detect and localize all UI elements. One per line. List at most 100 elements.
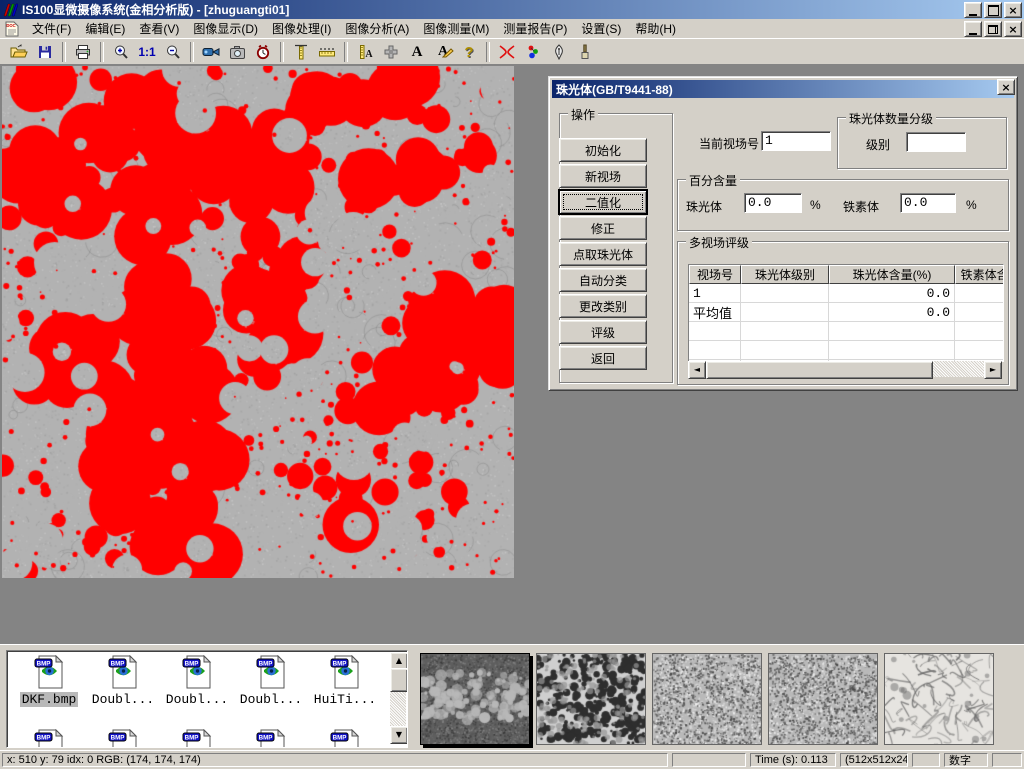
file-name[interactable]: Doubl...: [90, 692, 156, 707]
brush-tool-button[interactable]: [573, 41, 597, 63]
file-name[interactable]: DKF.bmp: [20, 692, 79, 707]
save-button[interactable]: [33, 41, 57, 63]
current-field-input[interactable]: 1: [761, 131, 831, 151]
table-row[interactable]: 1 0.0: [689, 284, 1003, 303]
file-item[interactable]: BMP: [161, 729, 233, 748]
thumbnail-3[interactable]: [652, 653, 762, 745]
col-header-pearlite-content[interactable]: 珠光体含量(%): [829, 265, 955, 284]
curve-tool-button[interactable]: [495, 41, 519, 63]
scroll-down-button[interactable]: ▼: [390, 726, 408, 744]
file-item[interactable]: BMP Doubl...: [161, 655, 233, 707]
level-label: 级别: [866, 136, 890, 153]
snapshot-button[interactable]: [225, 41, 249, 63]
close-button[interactable]: ×: [1004, 2, 1022, 18]
menu-item-file[interactable]: 文件(F): [25, 19, 78, 38]
scrollbar-track[interactable]: [933, 361, 984, 377]
file-list[interactable]: BMP DKF.bmp BMP Doubl...: [6, 650, 408, 748]
multi-field-group: 多视场评级 视场号 珠光体级别 珠光体含量(%) 铁素体含量(%) 1 0.0: [677, 241, 1009, 385]
scroll-left-button[interactable]: ◄: [688, 361, 706, 379]
table-horizontal-scrollbar[interactable]: ◄ ►: [688, 361, 1002, 377]
correct-button[interactable]: 修正: [559, 216, 647, 240]
init-button[interactable]: 初始化: [559, 138, 647, 162]
file-name[interactable]: Doubl...: [238, 692, 304, 707]
video-capture-button[interactable]: [199, 41, 223, 63]
empty-pane: [672, 753, 746, 767]
auto-classify-button[interactable]: 自动分类: [559, 268, 647, 292]
menu-item-settings[interactable]: 设置(S): [574, 19, 628, 38]
file-item[interactable]: BMP Doubl...: [87, 655, 159, 707]
thumbnail-2[interactable]: [536, 653, 646, 745]
grading-group-label: 珠光体数量分级: [846, 110, 936, 127]
thumbnail-5[interactable]: [884, 653, 994, 745]
menu-item-help[interactable]: 帮助(H): [628, 19, 683, 38]
current-field-label: 当前视场号: [699, 135, 759, 152]
file-item[interactable]: BMP Doubl...: [235, 655, 307, 707]
dialog-title-bar[interactable]: 珠光体(GB/T9441-88): [552, 80, 1014, 98]
file-list-scrollbar[interactable]: ▲ ▼: [390, 652, 406, 744]
ferrite-percent-input[interactable]: 0.0: [900, 193, 956, 213]
metallographic-image[interactable]: [2, 66, 514, 578]
mdi-minimize-button[interactable]: [964, 21, 982, 37]
new-field-button[interactable]: 新视场: [559, 164, 647, 188]
arrow-up-icon: ▲: [396, 657, 402, 665]
menu-item-view[interactable]: 查看(V): [132, 19, 186, 38]
menu-item-edit[interactable]: 编辑(E): [78, 19, 132, 38]
menu-item-image-measure[interactable]: 图像测量(M): [416, 19, 496, 38]
file-item[interactable]: BMP HuiTi...: [309, 655, 381, 707]
ruler-measure-button[interactable]: [315, 41, 339, 63]
pearlite-percent-input[interactable]: 0.0: [744, 193, 802, 213]
minimize-button[interactable]: [964, 2, 982, 18]
binarize-button[interactable]: 二值化: [559, 190, 647, 214]
text-annotation-button[interactable]: A: [405, 41, 429, 63]
zoom-in-button[interactable]: [109, 41, 133, 63]
file-item[interactable]: BMP: [87, 729, 159, 748]
thumbnail-1[interactable]: [420, 653, 530, 745]
pen-tool-button[interactable]: [547, 41, 571, 63]
edit-annotation-button[interactable]: A: [431, 41, 455, 63]
file-item[interactable]: BMP: [235, 729, 307, 748]
file-name[interactable]: HuiTi...: [312, 692, 378, 707]
file-item[interactable]: BMP: [309, 729, 381, 748]
dialog-close-button[interactable]: ×: [997, 79, 1015, 95]
maximize-button[interactable]: [984, 2, 1002, 18]
zoom-out-button[interactable]: [161, 41, 185, 63]
col-header-pearlite-level[interactable]: 珠光体级别: [741, 265, 829, 284]
merge-button[interactable]: [379, 41, 403, 63]
mdi-close-button[interactable]: ×: [1004, 21, 1022, 37]
scrollbar-thumb[interactable]: [706, 361, 933, 379]
return-button[interactable]: 返回: [559, 346, 647, 370]
application-window: IS100显微摄像系统(金相分析版) - [zhuguangti01] × DO…: [0, 0, 1024, 768]
file-item[interactable]: BMP DKF.bmp: [13, 655, 85, 707]
actual-size-button[interactable]: 1:1: [135, 41, 159, 63]
timer-button[interactable]: [251, 41, 275, 63]
toolbar-separator: [62, 42, 66, 62]
menu-item-image-display[interactable]: 图像显示(D): [186, 19, 265, 38]
thumbnail-4[interactable]: [768, 653, 878, 745]
change-class-button[interactable]: 更改类别: [559, 294, 647, 318]
percent-group-label: 百分含量: [686, 172, 740, 189]
help-button[interactable]: ?: [457, 41, 481, 63]
pick-pearlite-button[interactable]: 点取珠光体: [559, 242, 647, 266]
document-icon: DOC: [5, 21, 19, 37]
col-header-ferrite-content[interactable]: 铁素体含量(%): [955, 265, 1004, 284]
caliper-measure-button[interactable]: [289, 41, 313, 63]
open-button[interactable]: [7, 41, 31, 63]
menu-item-image-processing[interactable]: 图像处理(I): [265, 19, 338, 38]
grade-button[interactable]: 评级: [559, 320, 647, 344]
file-name[interactable]: Doubl...: [164, 692, 230, 707]
menu-item-image-analysis[interactable]: 图像分析(A): [338, 19, 416, 38]
file-item[interactable]: BMP: [13, 729, 85, 748]
close-icon: ×: [1008, 5, 1017, 16]
menu-item-report[interactable]: 测量报告(P): [496, 19, 574, 38]
browser-panel: BMP DKF.bmp BMP Doubl...: [0, 644, 1024, 751]
print-button[interactable]: [71, 41, 95, 63]
col-header-field[interactable]: 视场号: [689, 265, 741, 284]
mdi-restore-button[interactable]: [984, 21, 1002, 37]
measure-label-button[interactable]: A: [353, 41, 377, 63]
level-input[interactable]: [906, 132, 966, 152]
scroll-right-button[interactable]: ►: [984, 361, 1002, 379]
phase-analysis-button[interactable]: [521, 41, 545, 63]
svg-text:BMP: BMP: [333, 734, 347, 741]
scrollbar-thumb[interactable]: [390, 668, 408, 692]
table-row[interactable]: 平均值 0.0: [689, 303, 1003, 322]
